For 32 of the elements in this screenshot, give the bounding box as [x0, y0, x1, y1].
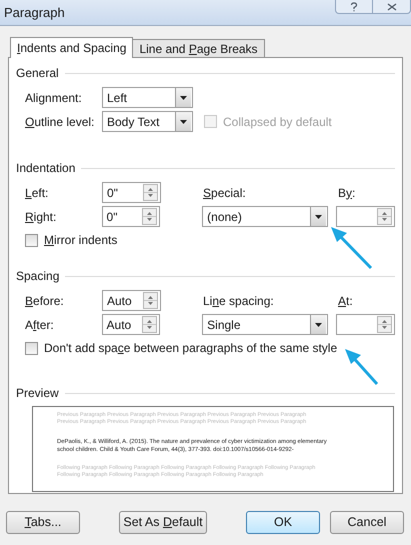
field-label: Right: — [25, 208, 58, 226]
spin-field[interactable]: Auto — [102, 290, 161, 311]
dropdown[interactable]: Left — [102, 87, 193, 108]
field-label: Outline level: — [25, 114, 96, 130]
dialog-button[interactable]: Set As Default — [119, 511, 207, 534]
dropdown[interactable]: Single — [202, 314, 328, 335]
spin-field[interactable]: 0" — [102, 182, 161, 203]
section-heading: Preview — [16, 385, 59, 402]
dropdown[interactable]: (none) — [202, 206, 328, 227]
field-label: Line spacing: — [203, 292, 275, 310]
checkbox-label: Mirror indents — [44, 232, 118, 249]
tab[interactable]: Indents and Spacing — [10, 37, 134, 58]
window-title: Paragraph — [3, 4, 65, 22]
field-label: Left: — [25, 184, 50, 202]
spin-field[interactable]: Auto — [102, 314, 160, 335]
section-heading: Indentation — [16, 160, 76, 177]
checkbox-label: Don't add space between paragraphs of the same style — [44, 340, 338, 357]
field-label: By: — [338, 184, 356, 202]
dialog-button[interactable]: Cancel — [330, 511, 404, 534]
field-label: After: — [25, 316, 55, 334]
field-label: Special: — [203, 184, 247, 202]
field-label: Before: — [25, 292, 65, 310]
section-heading: General — [16, 65, 59, 82]
dialog-button[interactable]: OK — [246, 511, 320, 534]
dropdown[interactable]: Body Text — [102, 111, 193, 132]
tab[interactable]: Line and Page Breaks — [133, 39, 265, 57]
field-label: Alignment: — [25, 90, 83, 106]
checkbox-label: Collapsed by default — [223, 114, 332, 130]
section-heading: Spacing — [16, 268, 60, 285]
dialog-button[interactable]: Tabs... — [6, 511, 80, 534]
field-label: At: — [338, 292, 353, 310]
spin-field[interactable]: 0" — [102, 206, 160, 227]
